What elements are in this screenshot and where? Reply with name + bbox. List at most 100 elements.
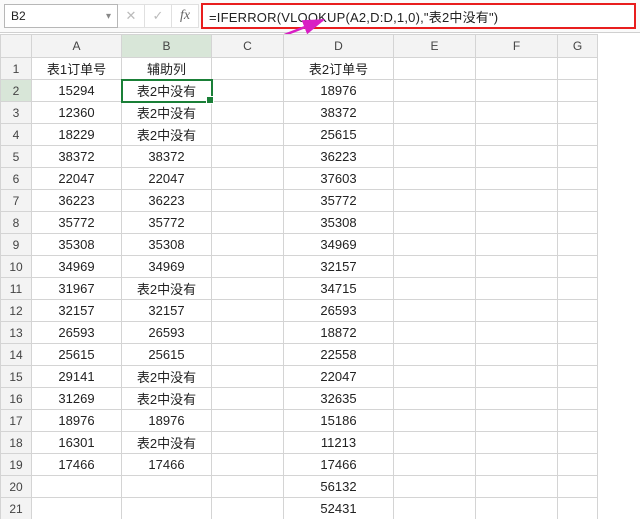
- cell-D21[interactable]: 52431: [284, 498, 394, 519]
- cell-F13[interactable]: [476, 322, 558, 344]
- cell-G16[interactable]: [558, 388, 598, 410]
- row-header[interactable]: 14: [1, 344, 32, 366]
- cell-C7[interactable]: [212, 190, 284, 212]
- cell-A5[interactable]: 38372: [32, 146, 122, 168]
- cell-E15[interactable]: [394, 366, 476, 388]
- cell-G6[interactable]: [558, 168, 598, 190]
- cell-B14[interactable]: 25615: [122, 344, 212, 366]
- cell-B9[interactable]: 35308: [122, 234, 212, 256]
- cell-D8[interactable]: 35308: [284, 212, 394, 234]
- cell-C16[interactable]: [212, 388, 284, 410]
- row-header[interactable]: 13: [1, 322, 32, 344]
- cell-G13[interactable]: [558, 322, 598, 344]
- cell-B20[interactable]: [122, 476, 212, 498]
- cell-G2[interactable]: [558, 80, 598, 102]
- row-header[interactable]: 17: [1, 410, 32, 432]
- cell-D9[interactable]: 34969: [284, 234, 394, 256]
- cell-A21[interactable]: [32, 498, 122, 519]
- cell-C4[interactable]: [212, 124, 284, 146]
- cell-B7[interactable]: 36223: [122, 190, 212, 212]
- cell-E5[interactable]: [394, 146, 476, 168]
- cell-C14[interactable]: [212, 344, 284, 366]
- cell-G17[interactable]: [558, 410, 598, 432]
- cell-C9[interactable]: [212, 234, 284, 256]
- cell-E1[interactable]: [394, 58, 476, 80]
- col-header-C[interactable]: C: [212, 35, 284, 58]
- cell-D19[interactable]: 17466: [284, 454, 394, 476]
- cell-A13[interactable]: 26593: [32, 322, 122, 344]
- cell-E21[interactable]: [394, 498, 476, 519]
- cell-G10[interactable]: [558, 256, 598, 278]
- cell-A20[interactable]: [32, 476, 122, 498]
- cell-F20[interactable]: [476, 476, 558, 498]
- cell-G20[interactable]: [558, 476, 598, 498]
- confirm-icon[interactable]: ✓: [145, 4, 172, 28]
- cell-E8[interactable]: [394, 212, 476, 234]
- cell-B12[interactable]: 32157: [122, 300, 212, 322]
- cell-D18[interactable]: 11213: [284, 432, 394, 454]
- cell-C3[interactable]: [212, 102, 284, 124]
- row-header[interactable]: 7: [1, 190, 32, 212]
- cell-D15[interactable]: 22047: [284, 366, 394, 388]
- row-header[interactable]: 19: [1, 454, 32, 476]
- cell-F8[interactable]: [476, 212, 558, 234]
- cell-E17[interactable]: [394, 410, 476, 432]
- formula-input[interactable]: =IFERROR(VLOOKUP(A2,D:D,1,0),"表2中没有"): [201, 3, 636, 29]
- row-header[interactable]: 20: [1, 476, 32, 498]
- cell-C18[interactable]: [212, 432, 284, 454]
- row-header[interactable]: 5: [1, 146, 32, 168]
- row-header[interactable]: 21: [1, 498, 32, 519]
- cell-F7[interactable]: [476, 190, 558, 212]
- cell-F4[interactable]: [476, 124, 558, 146]
- cell-A17[interactable]: 18976: [32, 410, 122, 432]
- row-header[interactable]: 3: [1, 102, 32, 124]
- cell-D5[interactable]: 36223: [284, 146, 394, 168]
- cell-B21[interactable]: [122, 498, 212, 519]
- cell-G9[interactable]: [558, 234, 598, 256]
- cell-A12[interactable]: 32157: [32, 300, 122, 322]
- cell-G12[interactable]: [558, 300, 598, 322]
- cell-B18[interactable]: 表2中没有: [122, 432, 212, 454]
- row-header[interactable]: 18: [1, 432, 32, 454]
- cell-B13[interactable]: 26593: [122, 322, 212, 344]
- cell-G7[interactable]: [558, 190, 598, 212]
- cell-E6[interactable]: [394, 168, 476, 190]
- cell-F14[interactable]: [476, 344, 558, 366]
- row-header[interactable]: 1: [1, 58, 32, 80]
- cell-C6[interactable]: [212, 168, 284, 190]
- cell-A19[interactable]: 17466: [32, 454, 122, 476]
- col-header-A[interactable]: A: [32, 35, 122, 58]
- cell-A18[interactable]: 16301: [32, 432, 122, 454]
- cell-A10[interactable]: 34969: [32, 256, 122, 278]
- cell-D2[interactable]: 18976: [284, 80, 394, 102]
- cell-G15[interactable]: [558, 366, 598, 388]
- cell-A15[interactable]: 29141: [32, 366, 122, 388]
- spreadsheet-grid[interactable]: A B C D E F G 1表1订单号辅助列表2订单号215294表2中没有1…: [0, 34, 640, 519]
- cell-E4[interactable]: [394, 124, 476, 146]
- row-header[interactable]: 2: [1, 80, 32, 102]
- cell-C5[interactable]: [212, 146, 284, 168]
- cell-E9[interactable]: [394, 234, 476, 256]
- cell-B17[interactable]: 18976: [122, 410, 212, 432]
- cell-E10[interactable]: [394, 256, 476, 278]
- cell-F2[interactable]: [476, 80, 558, 102]
- cell-B19[interactable]: 17466: [122, 454, 212, 476]
- col-header-F[interactable]: F: [476, 35, 558, 58]
- cell-A3[interactable]: 12360: [32, 102, 122, 124]
- row-header[interactable]: 4: [1, 124, 32, 146]
- row-header[interactable]: 12: [1, 300, 32, 322]
- cell-F3[interactable]: [476, 102, 558, 124]
- cell-F6[interactable]: [476, 168, 558, 190]
- cell-E7[interactable]: [394, 190, 476, 212]
- row-header[interactable]: 8: [1, 212, 32, 234]
- cell-G1[interactable]: [558, 58, 598, 80]
- cell-F17[interactable]: [476, 410, 558, 432]
- cell-B6[interactable]: 22047: [122, 168, 212, 190]
- cell-B16[interactable]: 表2中没有: [122, 388, 212, 410]
- cell-G5[interactable]: [558, 146, 598, 168]
- cell-F1[interactable]: [476, 58, 558, 80]
- col-header-E[interactable]: E: [394, 35, 476, 58]
- cell-D16[interactable]: 32635: [284, 388, 394, 410]
- cell-F21[interactable]: [476, 498, 558, 519]
- cell-E12[interactable]: [394, 300, 476, 322]
